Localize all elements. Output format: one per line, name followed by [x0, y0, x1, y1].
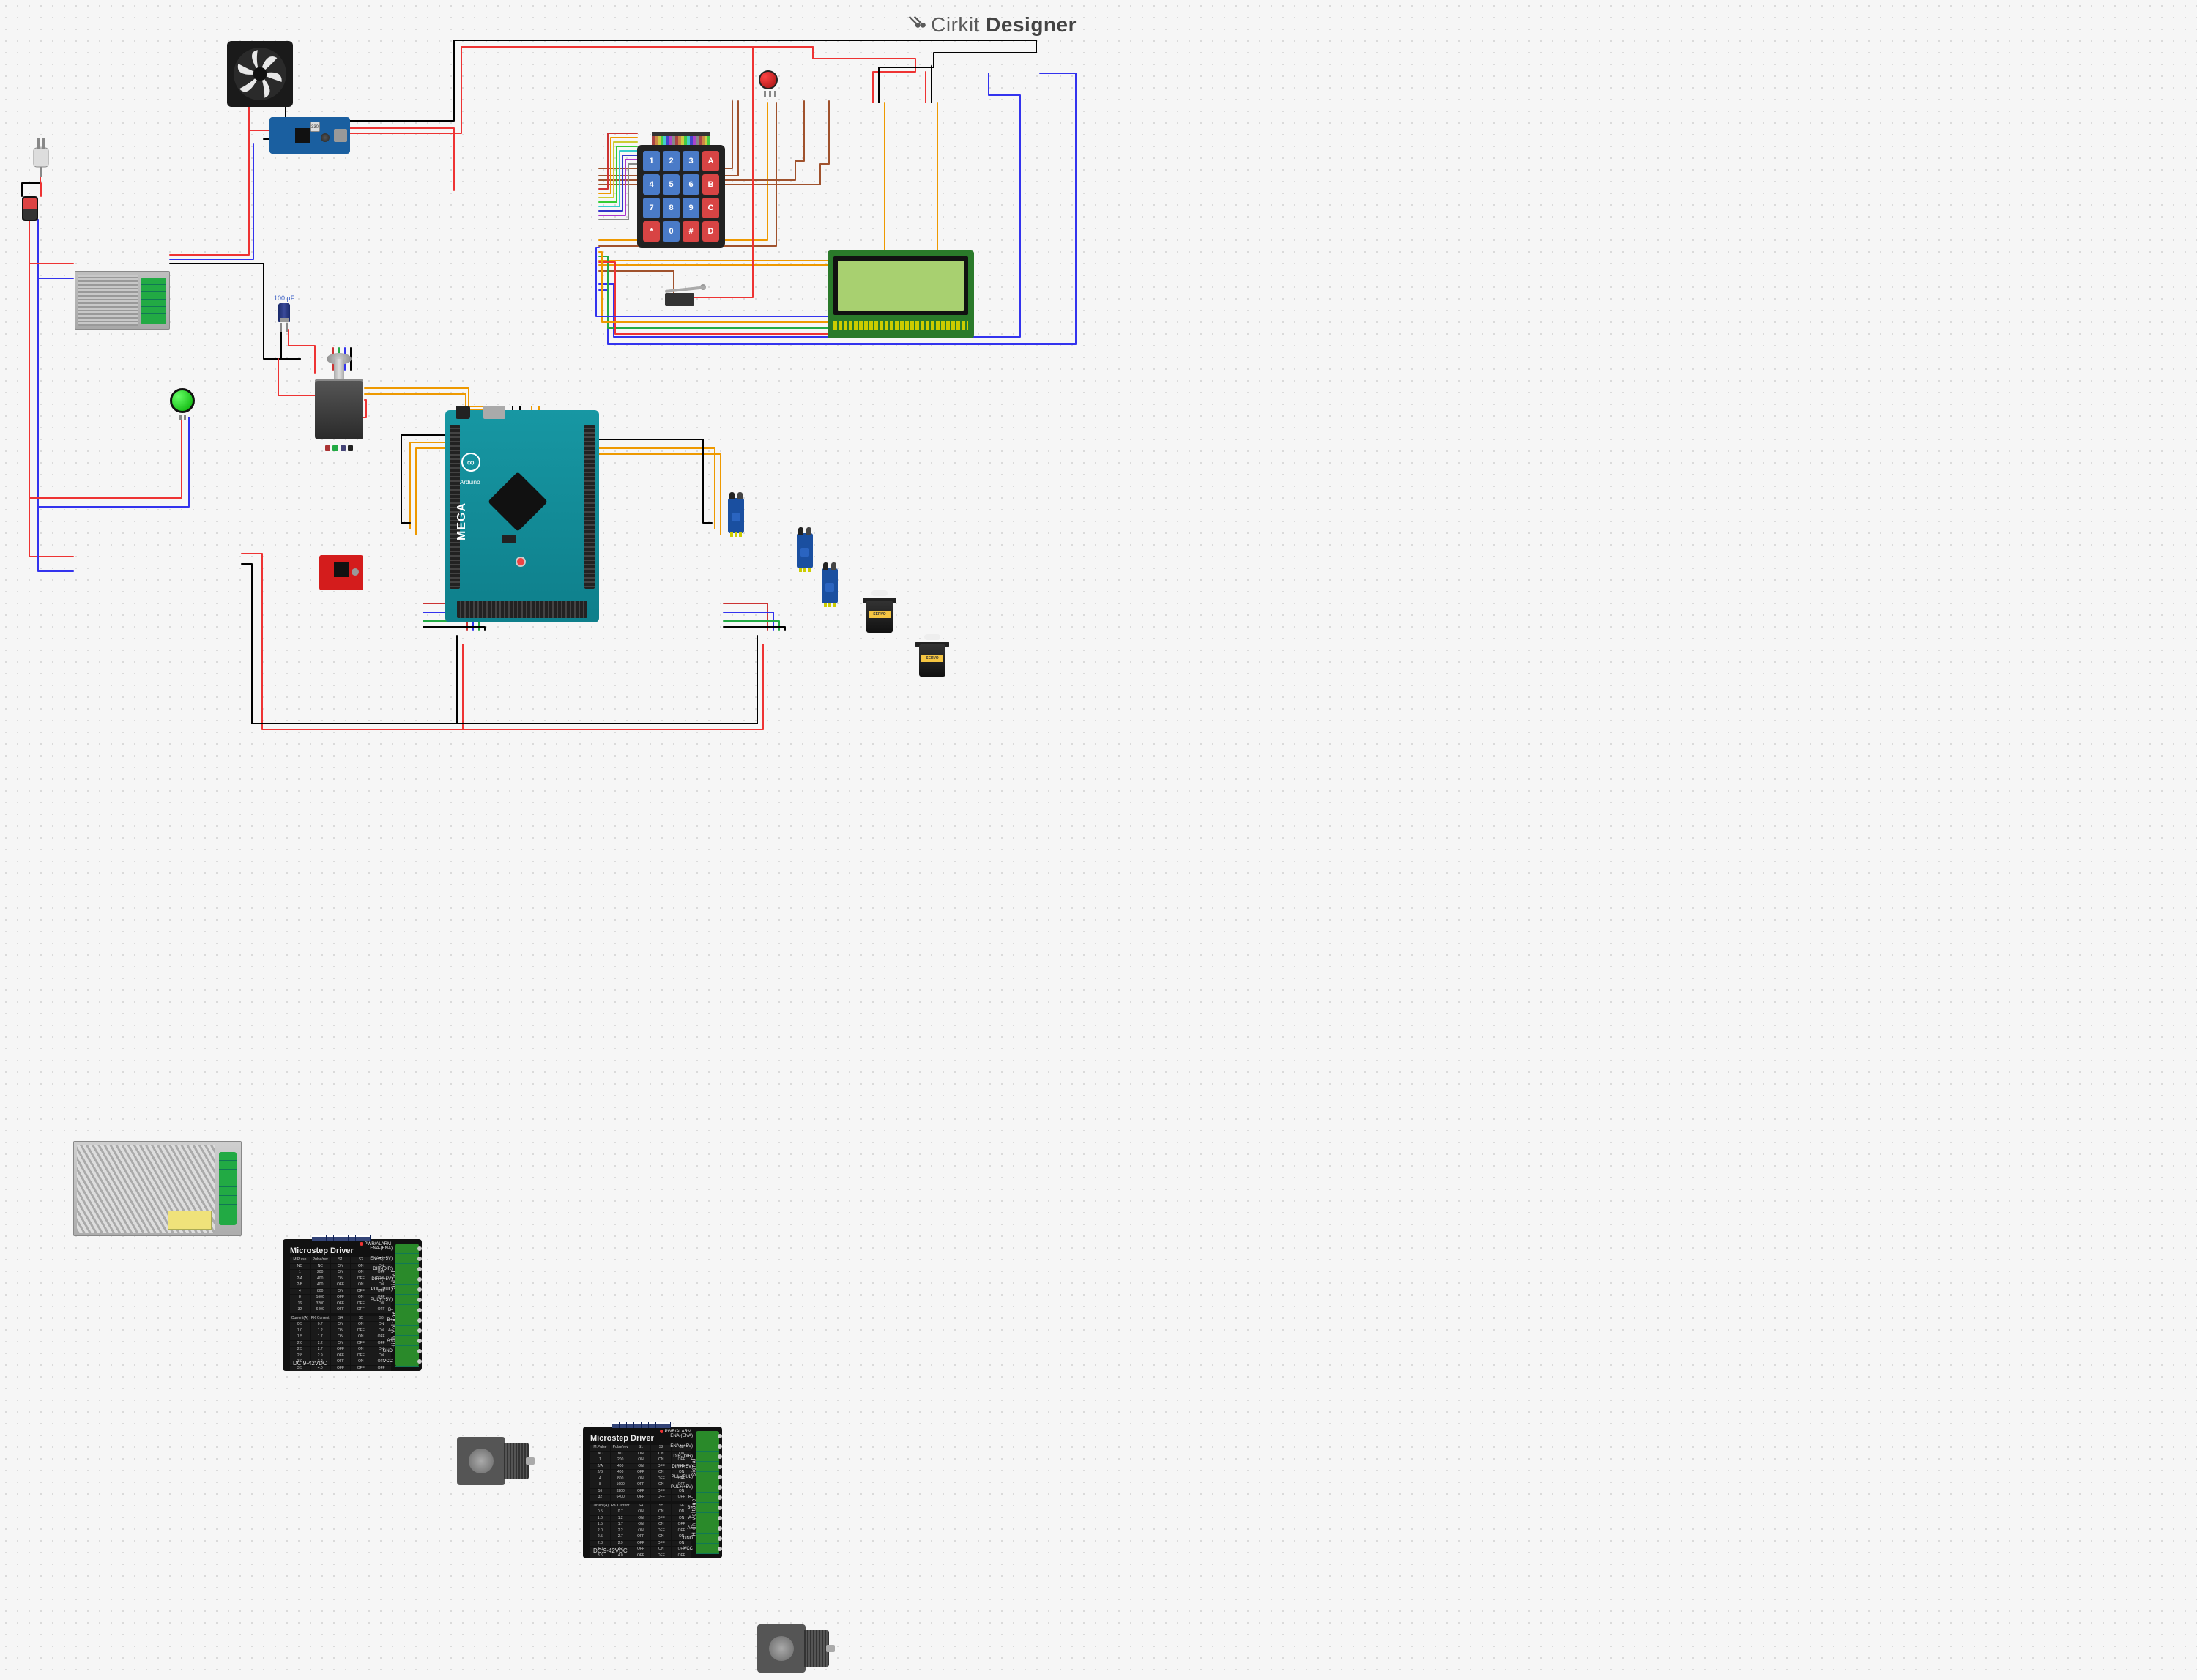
keypad-key-A[interactable]: A	[702, 151, 719, 171]
keypad-key-0[interactable]: 0	[663, 221, 680, 242]
terminal-label: DIR-(DIR)	[661, 1454, 693, 1459]
terminal-label: ENA+(+5V)	[360, 1257, 393, 1261]
servo-1: SERVO	[863, 593, 896, 637]
terminal-label: B-	[360, 1308, 393, 1312]
a4988-driver	[319, 555, 363, 590]
arduino-mega: ∞ Arduino MEGA	[445, 410, 599, 622]
terminal-label: A-	[661, 1516, 693, 1520]
servo-2: SERVO	[915, 637, 949, 681]
barrel-jack-icon	[456, 406, 470, 419]
lcd-display	[828, 250, 974, 338]
terminal-label: B-	[661, 1495, 693, 1500]
pilot-lamp[interactable]	[170, 388, 195, 420]
keypad-key-1[interactable]: 1	[643, 151, 660, 171]
ac-plug	[26, 135, 56, 179]
terminal-label: B+	[360, 1318, 393, 1323]
terminal-label: DIR-(DIR)	[360, 1267, 393, 1271]
micro-switch[interactable]	[665, 290, 706, 312]
arduino-model-text: MEGA	[456, 502, 469, 540]
terminal-label: A+	[661, 1526, 693, 1531]
app-logo: Cirkit Designer	[906, 13, 1077, 39]
terminal-label: GND	[360, 1349, 393, 1353]
ir-sensor-3	[822, 568, 838, 603]
terminal-label: ENA+(+5V)	[661, 1444, 693, 1449]
keypad-key-8[interactable]: 8	[663, 198, 680, 218]
keypad-key-7[interactable]: 7	[643, 198, 660, 218]
keypad-key-6[interactable]: 6	[683, 174, 699, 195]
power-supply-small	[75, 271, 170, 330]
keypad-key-#[interactable]: #	[683, 221, 699, 242]
rocker-switch[interactable]	[22, 196, 38, 221]
stepper-motor-1	[457, 1437, 530, 1493]
keypad-key-5[interactable]: 5	[663, 174, 680, 195]
terminal-label: VCC	[360, 1359, 393, 1364]
capacitor: 100 µF	[278, 303, 290, 331]
keypad-key-3[interactable]: 3	[683, 151, 699, 171]
terminal-label: A-	[360, 1328, 393, 1333]
reset-button[interactable]	[516, 557, 526, 567]
terminal-label: DIR+(+5V)	[661, 1465, 693, 1469]
keypad-key-4[interactable]: 4	[643, 174, 660, 195]
keypad-key-*[interactable]: *	[643, 221, 660, 242]
microstep-driver-2: PWR/ALARM Microstep Driver M.PulsePulse/…	[583, 1427, 722, 1558]
usb-b-icon	[483, 406, 505, 419]
keypad-key-C[interactable]: C	[702, 198, 719, 218]
buck-converter: 330	[269, 117, 350, 154]
ir-sensor-2	[797, 533, 813, 568]
arduino-brand-text: Arduino	[460, 479, 480, 486]
terminal-label: PUL-(PUL)	[661, 1475, 693, 1479]
terminal-label: ENA-(ENA)	[360, 1246, 393, 1251]
terminal-label: ENA-(ENA)	[661, 1434, 693, 1438]
stepper-motor-vertical	[306, 359, 372, 447]
keypad-key-2[interactable]: 2	[663, 151, 680, 171]
cooling-fan	[227, 41, 293, 107]
terminal-label: B+	[661, 1506, 693, 1510]
pushbutton-red[interactable]	[759, 70, 781, 97]
ir-sensor-1	[728, 498, 744, 533]
keypad-key-9[interactable]: 9	[683, 198, 699, 218]
terminal-label: PUL+(+5V)	[360, 1298, 393, 1302]
terminal-label: GND	[661, 1536, 693, 1541]
cirkit-logo-icon	[906, 13, 926, 39]
arduino-logo-icon: ∞	[461, 453, 480, 472]
stepper-motor-2	[757, 1624, 830, 1680]
usb-port-icon	[334, 129, 347, 142]
terminal-label: DIR+(+5V)	[360, 1277, 393, 1282]
keypad-key-B[interactable]: B	[702, 174, 719, 195]
wire-layer	[0, 0, 1098, 740]
circuit-canvas[interactable]: Cirkit Designer	[0, 0, 1098, 740]
microstep-driver-1: PWR/ALARM Microstep Driver M.PulsePulse/…	[283, 1239, 422, 1371]
keypad-key-D[interactable]: D	[702, 221, 719, 242]
capacitor-label: 100 µF	[274, 294, 294, 302]
power-supply-large	[73, 1141, 242, 1236]
keypad[interactable]: 123A 456B 789C *0#D	[637, 132, 725, 248]
terminal-label: PUL-(PUL)	[360, 1287, 393, 1292]
terminal-label: A+	[360, 1339, 393, 1343]
terminal-label: PUL+(+5V)	[661, 1485, 693, 1490]
terminal-label: VCC	[661, 1547, 693, 1551]
